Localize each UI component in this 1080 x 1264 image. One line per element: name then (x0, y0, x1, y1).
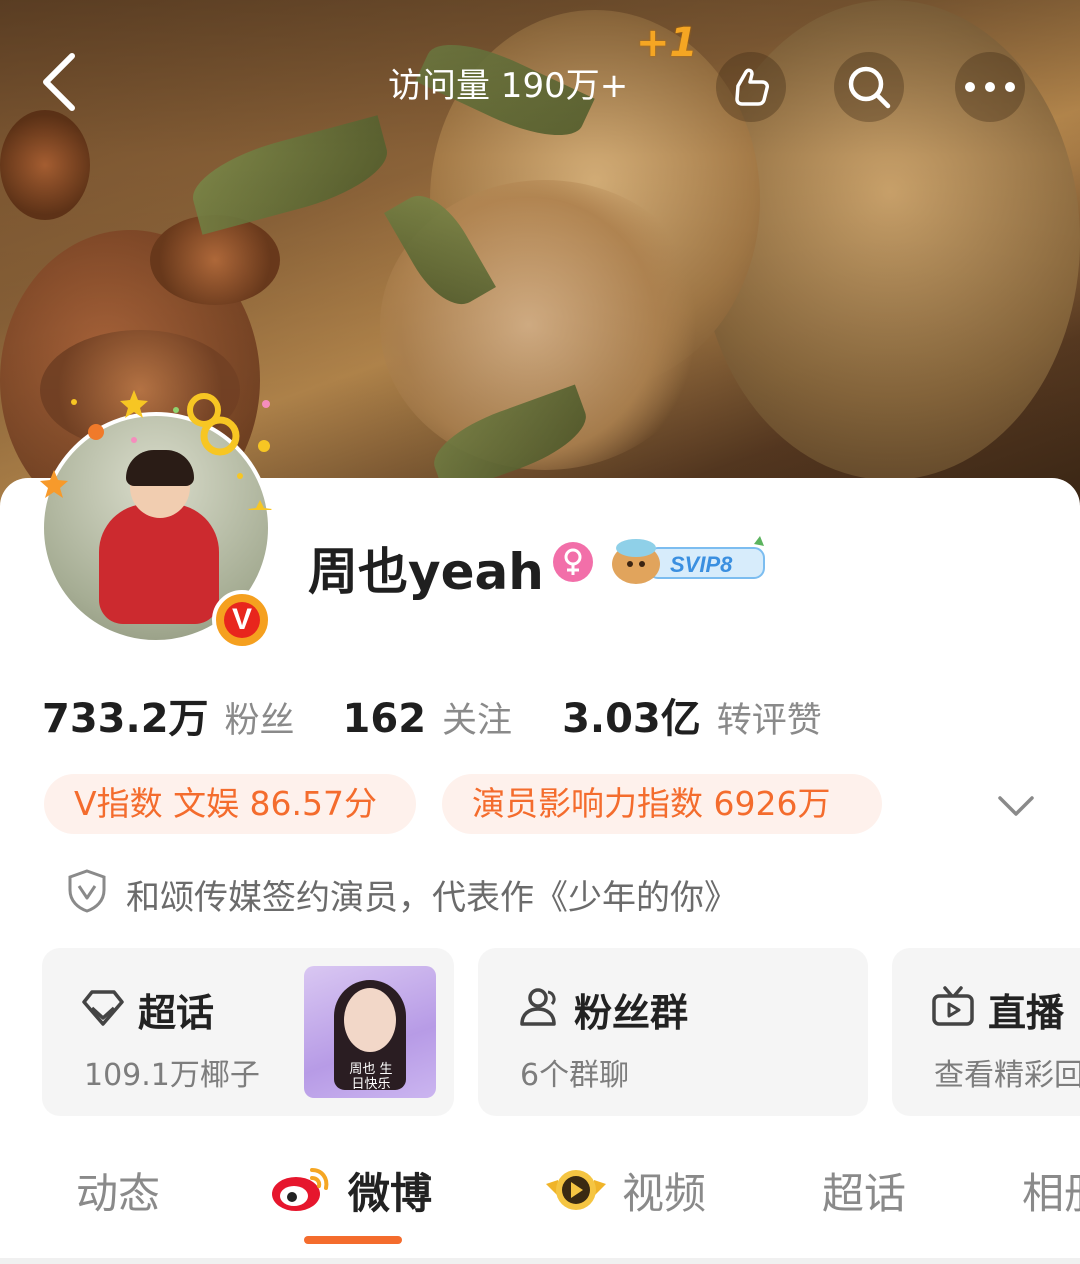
thumbnail-caption: 周也 生日快乐 (349, 1062, 393, 1092)
svip-badge-label: SVIP8 (670, 552, 733, 577)
stat-followers[interactable]: 733.2万 粉丝 (42, 686, 295, 744)
feature-title: 粉丝群 (574, 991, 689, 1035)
v-index-tag[interactable]: V指数 文娱 86.57分 (44, 774, 416, 834)
back-arrow-icon (43, 53, 75, 111)
chevron-down-icon (998, 796, 1034, 816)
stat-value: 733.2万 (42, 696, 209, 742)
active-tab-indicator (304, 1236, 402, 1244)
expand-button[interactable] (996, 786, 1036, 826)
more-icon (965, 82, 1015, 92)
fan-group-card[interactable]: 粉丝群 6个群聊 (478, 948, 868, 1116)
feature-subtitle: 109.1万椰子 (84, 1058, 260, 1093)
video-logo-icon (546, 1170, 606, 1210)
stats-row: 733.2万 粉丝 162 关注 3.03亿 转评赞 (42, 686, 822, 744)
feature-subtitle: 查看精彩回 (934, 1058, 1080, 1093)
super-topic-thumbnail[interactable]: 周也 生日快乐 (304, 966, 436, 1098)
feature-subtitle: 6个群聊 (520, 1058, 630, 1093)
more-button[interactable] (955, 52, 1025, 122)
stat-label: 关注 (442, 701, 513, 741)
plus-one-badge: +1 (636, 20, 698, 66)
tab-album[interactable]: 相册 (1022, 1160, 1080, 1221)
like-button[interactable] (716, 52, 786, 122)
tab-feed[interactable]: 动态 (76, 1160, 160, 1221)
search-icon (848, 66, 891, 109)
feature-title: 直播 (988, 991, 1065, 1035)
stat-following[interactable]: 162 关注 (343, 692, 513, 743)
shield-verified-icon (68, 869, 106, 913)
female-symbol-icon (564, 548, 582, 575)
feature-title: 超话 (138, 991, 215, 1035)
content-tabs: 动态 微博 视频 超话 相册 (0, 1160, 1080, 1230)
tabs-divider (0, 1258, 1080, 1264)
live-card[interactable]: 直播 查看精彩回 (892, 948, 1080, 1116)
thumbs-up-icon (735, 68, 769, 106)
svip-badge[interactable]: SVIP8 (608, 534, 768, 586)
stat-value: 162 (342, 696, 427, 742)
svip-badge-icon: SVIP8 (612, 536, 765, 584)
stat-label: 转评赞 (716, 701, 822, 741)
visit-count: 访问量 190万+ (388, 66, 629, 106)
tab-super-topic[interactable]: 超话 (822, 1160, 906, 1221)
profile-name: 周也yeah (308, 543, 544, 601)
stat-value: 3.03亿 (562, 696, 701, 742)
thumbnail-face (344, 988, 396, 1052)
verified-badge-label: V (224, 602, 260, 638)
verification-text: 和颂传媒签约演员，代表作《少年的你》 (126, 878, 738, 918)
tab-video[interactable]: 视频 (622, 1160, 706, 1221)
search-button[interactable] (834, 52, 904, 122)
influence-index-tag[interactable]: 演员影响力指数 6926万 (442, 774, 882, 834)
stat-label: 粉丝 (224, 701, 295, 741)
female-icon (553, 542, 593, 582)
diamond-icon (82, 990, 124, 1026)
back-button[interactable] (28, 50, 92, 114)
avatar-figure (99, 504, 219, 624)
avatar-decoration-icon (40, 390, 272, 510)
group-icon (520, 988, 556, 1026)
verified-badge: V (212, 590, 272, 650)
weibo-logo-icon (272, 1168, 329, 1211)
tv-icon (932, 986, 974, 1026)
stat-interactions[interactable]: 3.03亿 转评赞 (562, 686, 822, 744)
super-topic-card[interactable]: 超话 109.1万椰子 周也 生日快乐 (42, 948, 454, 1116)
tab-weibo[interactable]: 微博 (348, 1160, 432, 1221)
